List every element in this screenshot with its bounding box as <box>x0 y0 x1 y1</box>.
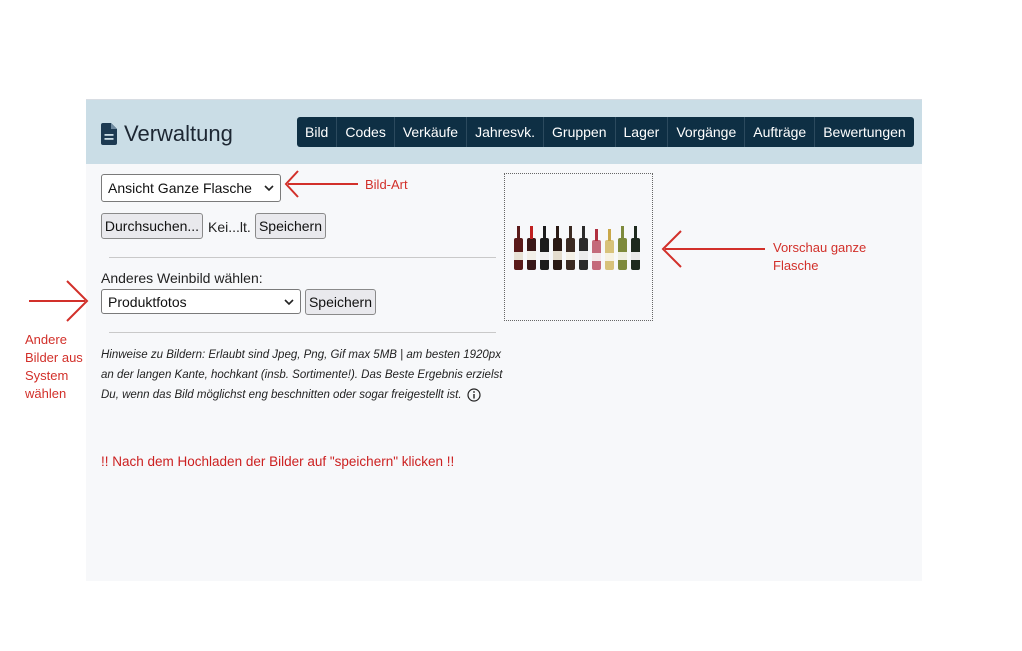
tab-codes[interactable]: Codes <box>337 117 395 147</box>
tab-gruppen[interactable]: Gruppen <box>544 117 616 147</box>
divider <box>109 332 496 333</box>
image-type-select[interactable]: Ansicht Ganze Flasche <box>101 174 281 202</box>
annotation-vorschau-line: Flasche <box>773 258 819 273</box>
document-icon <box>101 123 117 145</box>
hint-text: Hinweise zu Bildern: Erlaubt sind Jpeg, … <box>101 345 511 405</box>
tab-auftraege[interactable]: Aufträge <box>745 117 816 147</box>
other-image-label: Anderes Weinbild wählen: <box>101 270 263 286</box>
other-image-value: Produktfotos <box>108 293 187 310</box>
tab-bild[interactable]: Bild <box>297 117 338 147</box>
hint-content: Hinweise zu Bildern: Erlaubt sind Jpeg, … <box>101 349 503 401</box>
image-preview <box>504 173 653 321</box>
bottle <box>527 226 536 270</box>
bottle <box>566 226 575 270</box>
panel-header: Verwaltung Bild Codes Verkäufe Jahresvk.… <box>86 100 922 164</box>
image-type-value: Ansicht Ganze Flasche <box>108 180 252 196</box>
tab-verkaeufe[interactable]: Verkäufe <box>395 117 468 147</box>
annotation-vorschau-line: Vorschau ganze <box>773 240 867 255</box>
browse-button[interactable]: Durchsuchen... <box>101 213 203 239</box>
save-warning: !! Nach dem Hochladen der Bilder auf "sp… <box>101 454 455 469</box>
bottle <box>631 226 640 270</box>
annotation-arrow-preview <box>661 230 765 268</box>
bottle <box>579 226 588 270</box>
annotation-andere-line: System <box>25 368 69 383</box>
tab-lager[interactable]: Lager <box>616 117 669 147</box>
brand: Verwaltung <box>100 120 233 148</box>
annotation-andere-line: wählen <box>25 386 67 401</box>
annotation-andere-line: Andere <box>25 332 67 347</box>
other-image-select[interactable]: Produktfotos <box>101 289 301 314</box>
page-title: Verwaltung <box>124 121 233 146</box>
nav-tabs: Bild Codes Verkäufe Jahresvk. Gruppen La… <box>297 117 914 147</box>
annotation-andere-bilder: Andere Bilder aus System wählen <box>25 331 83 403</box>
annotation-vorschau: Vorschau ganze Flasche <box>773 239 866 275</box>
save-button[interactable]: Speichern <box>255 213 326 239</box>
tab-vorgaenge[interactable]: Vorgänge <box>668 117 746 147</box>
bottle <box>540 226 549 270</box>
bottle <box>553 226 562 270</box>
tab-jahresvk[interactable]: Jahresvk. <box>467 117 545 147</box>
save-other-image-button[interactable]: Speichern <box>305 289 376 315</box>
annotation-arrow-bild-art <box>284 170 358 198</box>
divider <box>109 257 496 258</box>
wine-bottles-image <box>514 226 640 270</box>
chevron-down-icon <box>264 185 274 192</box>
admin-panel: Verwaltung Bild Codes Verkäufe Jahresvk.… <box>86 99 922 581</box>
bottle <box>618 226 627 270</box>
annotation-bild-art: Bild-Art <box>365 177 408 192</box>
file-status: Kei...lt. <box>208 219 251 235</box>
chevron-down-icon <box>284 298 294 305</box>
bottle <box>592 229 601 270</box>
annotation-arrow-other-image <box>29 280 89 322</box>
tab-bewertungen[interactable]: Bewertungen <box>815 117 914 147</box>
annotation-andere-line: Bilder aus <box>25 350 83 365</box>
info-icon[interactable] <box>467 388 481 402</box>
bottle <box>514 226 523 270</box>
bottle <box>605 229 614 270</box>
